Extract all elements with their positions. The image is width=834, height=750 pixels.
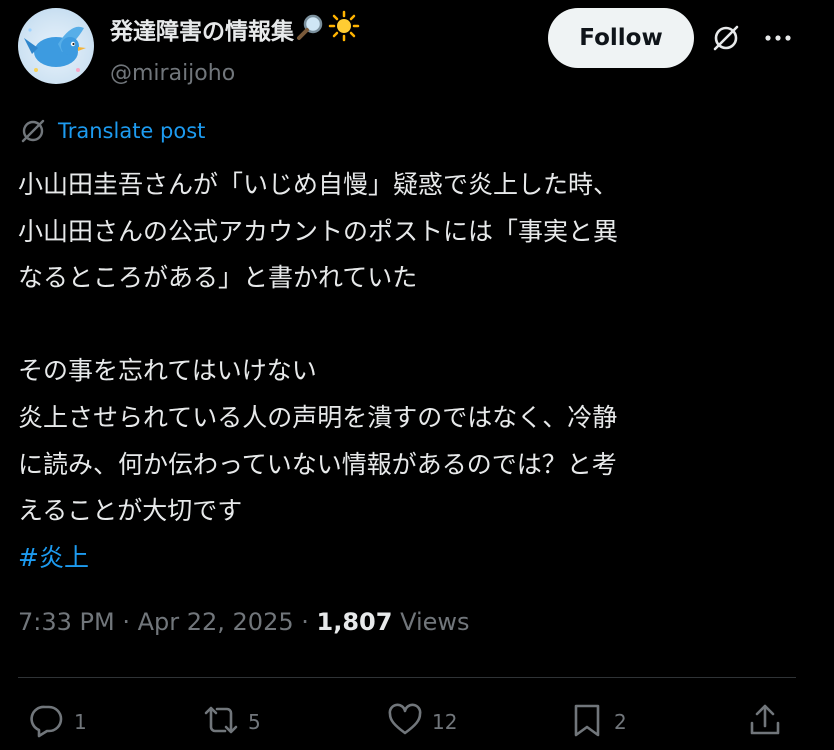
hashtag-link[interactable]: #炎上 <box>18 535 808 582</box>
bird-avatar-icon <box>24 26 86 72</box>
bookmark-count: 2 <box>614 710 627 734</box>
avatar[interactable] <box>18 8 94 84</box>
bookmark-button[interactable]: 2 <box>568 698 627 746</box>
tweet-line: 小山田さんの公式アカウントのポストには「事実と異 <box>18 216 619 246</box>
action-bar: 1 5 12 2 <box>18 698 808 746</box>
share-icon <box>746 701 784 743</box>
magnifier-emoji-icon <box>296 12 326 51</box>
translate-post-link[interactable]: Translate post <box>18 116 205 146</box>
repost-icon <box>202 701 240 743</box>
reply-count: 1 <box>74 710 87 734</box>
tweet-line: えることが大切です <box>18 496 243 526</box>
tweet-time[interactable]: 7:33 PM <box>18 608 115 636</box>
repost-button[interactable]: 5 <box>202 698 261 746</box>
reply-icon <box>28 701 66 743</box>
repost-count: 5 <box>248 710 261 734</box>
tweet-text: 小山田圭吾さんが「いじめ自慢」疑惑で炎上した時、 小山田さんの公式アカウントのポ… <box>18 162 808 581</box>
meta-separator: · <box>114 608 138 636</box>
views-count: 1,807 <box>316 608 393 636</box>
tweet-line: に読み、何か伝わっていない情報があるのでは？と考 <box>18 449 617 479</box>
more-icon[interactable] <box>762 22 794 54</box>
grok-icon[interactable] <box>710 22 742 54</box>
display-name[interactable]: 発達障害の情報集 <box>110 10 360 51</box>
like-count: 12 <box>432 710 458 734</box>
meta-separator: · <box>293 608 317 636</box>
tweet-line: 炎上させられている人の声明を潰すのではなく、冷静 <box>18 402 618 432</box>
share-button[interactable] <box>746 698 784 746</box>
divider <box>18 677 796 678</box>
author-handle[interactable]: @miraijoho <box>110 59 360 89</box>
like-icon <box>386 701 424 743</box>
bookmark-icon <box>568 701 606 743</box>
reply-button[interactable]: 1 <box>28 698 87 746</box>
sun-emoji-icon <box>328 10 360 51</box>
display-name-text: 発達障害の情報集 <box>110 19 294 45</box>
translate-post-label: Translate post <box>58 119 206 143</box>
translate-icon <box>18 116 48 146</box>
tweet-meta: 7:33 PM · Apr 22, 2025 · 1,807 Views <box>18 608 470 636</box>
tweet-header: 発達障害の情報集 @miraijoho Follow <box>16 8 818 88</box>
author-names: 発達障害の情報集 @miraijoho <box>110 10 360 89</box>
tweet-line: その事を忘れてはいけない <box>18 356 317 386</box>
views-label: Views <box>400 608 470 636</box>
tweet-line: 小山田圭吾さんが「いじめ自慢」疑惑で炎上した時、 <box>18 170 619 199</box>
follow-button[interactable]: Follow <box>548 8 694 68</box>
tweet-date[interactable]: Apr 22, 2025 <box>138 608 294 636</box>
tweet-line: なるところがある」と書かれていた <box>18 263 418 293</box>
like-button[interactable]: 12 <box>386 698 457 746</box>
